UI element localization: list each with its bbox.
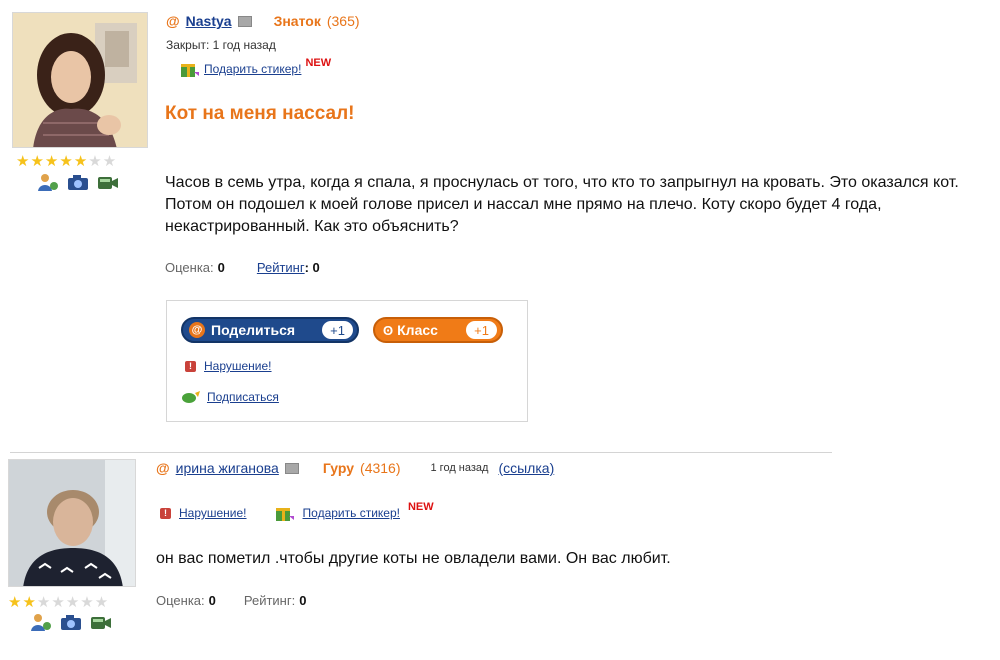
- answer-avatar[interactable]: [8, 459, 136, 587]
- answer-report-link[interactable]: Нарушение!: [179, 506, 247, 520]
- answer-rating-stars: ★ ★ ★ ★ ★ ★ ★: [8, 595, 108, 610]
- gift-sticker-link[interactable]: Подарить стикер!: [204, 62, 301, 76]
- question-avatar[interactable]: [12, 12, 148, 148]
- star-icon: ★: [80, 594, 94, 611]
- star-icon: ★: [73, 153, 88, 170]
- at-icon: @: [156, 460, 170, 476]
- report-link[interactable]: Нарушение!: [204, 359, 272, 373]
- answer-time: 1 год назад: [430, 462, 489, 474]
- report-icon: !: [160, 507, 171, 519]
- question-score-row: Оценка: 0 Рейтинг : 0: [165, 260, 320, 275]
- star-icon: ★: [102, 153, 117, 170]
- star-icon: ★: [30, 153, 44, 170]
- star-icon: ★: [65, 594, 80, 611]
- subscribe-row: Подписаться: [181, 389, 279, 405]
- rating-label: Рейтинг:: [243, 593, 296, 608]
- at-icon: @: [189, 322, 205, 338]
- rating-link[interactable]: Рейтинг: [257, 260, 305, 275]
- score-label: Оценка:: [156, 593, 205, 608]
- question-header: @ Nastya Знаток (365): [166, 13, 360, 29]
- answer-divider: [10, 452, 832, 453]
- class-count: +1: [466, 321, 497, 339]
- star-icon: ★: [22, 594, 36, 611]
- answer-header: @ ирина жиганова Гуру (4316) 1 год назад…: [156, 460, 554, 476]
- user-contact-icon[interactable]: [30, 612, 52, 632]
- star-icon: ★: [44, 153, 59, 170]
- subscribe-link[interactable]: Подписаться: [207, 390, 279, 404]
- question-user-icons: [37, 172, 119, 192]
- mailbox-icon[interactable]: [237, 15, 252, 27]
- star-icon: ★: [16, 153, 30, 170]
- new-badge: NEW: [407, 501, 434, 513]
- star-icon: ★: [8, 594, 22, 611]
- question-rating-stars: ★ ★ ★ ★ ★ ★ ★: [16, 154, 116, 169]
- video-icon[interactable]: [90, 612, 112, 632]
- report-icon: !: [185, 360, 196, 372]
- answer-link[interactable]: (ссылка): [498, 460, 554, 476]
- star-icon: ★: [36, 594, 51, 611]
- rating-value: 0: [299, 593, 307, 608]
- question-rank: Знаток: [273, 13, 321, 29]
- new-badge: NEW: [305, 57, 332, 69]
- share-button[interactable]: @ Поделиться +1: [181, 317, 359, 343]
- answer-gift-link[interactable]: Подарить стикер!: [303, 506, 400, 520]
- avatar-photo: [13, 13, 147, 147]
- mailbox-icon[interactable]: [284, 462, 299, 474]
- question-body: Часов в семь утра, когда я спала, я прос…: [165, 174, 959, 235]
- answer-username[interactable]: ирина жиганова: [176, 460, 279, 476]
- answer-score-row: Оценка: 0 Рейтинг: 0: [156, 593, 306, 608]
- odnoklassniki-icon: ʘ: [383, 322, 394, 338]
- camera-icon[interactable]: [67, 172, 89, 192]
- answer-actions: ! Нарушение! Подарить стикер! NEW: [160, 501, 434, 522]
- answer-body: он вас пометил .чтобы другие коты не овл…: [156, 550, 671, 567]
- answer-rank: Гуру: [322, 460, 355, 476]
- report-row: ! Нарушение!: [185, 359, 272, 373]
- star-icon: ★: [94, 594, 109, 611]
- share-label: Поделиться: [211, 322, 296, 338]
- avatar-photo: [9, 460, 135, 586]
- question-gift-row: Подарить стикер! NEW: [180, 57, 332, 78]
- user-contact-icon[interactable]: [37, 172, 59, 192]
- video-icon[interactable]: [97, 172, 119, 192]
- share-count: +1: [322, 321, 353, 339]
- share-box: @ Поделиться +1 ʘ Класс +1 ! Нарушение! …: [166, 300, 528, 422]
- gift-icon: [181, 64, 199, 77]
- answer-user-icons: [30, 612, 112, 632]
- question-rank-count: (365): [326, 13, 360, 29]
- camera-icon[interactable]: [60, 612, 82, 632]
- question-title: Кот на меня нассал!: [165, 103, 355, 124]
- score-label: Оценка:: [165, 260, 214, 275]
- star-icon: ★: [88, 153, 102, 170]
- star-icon: ★: [51, 594, 65, 611]
- score-value: 0: [208, 593, 216, 608]
- rating-value: : 0: [304, 260, 320, 275]
- score-value: 0: [217, 260, 225, 275]
- class-button[interactable]: ʘ Класс +1: [373, 317, 503, 343]
- at-icon: @: [166, 13, 180, 29]
- class-label: Класс: [397, 322, 438, 338]
- subscribe-icon: [182, 391, 200, 403]
- gift-icon: [275, 508, 294, 521]
- question-username[interactable]: Nastya: [186, 13, 232, 29]
- star-icon: ★: [59, 153, 73, 170]
- answer-rank-count: (4316): [360, 460, 401, 476]
- question-closed: Закрыт: 1 год назад: [166, 38, 276, 52]
